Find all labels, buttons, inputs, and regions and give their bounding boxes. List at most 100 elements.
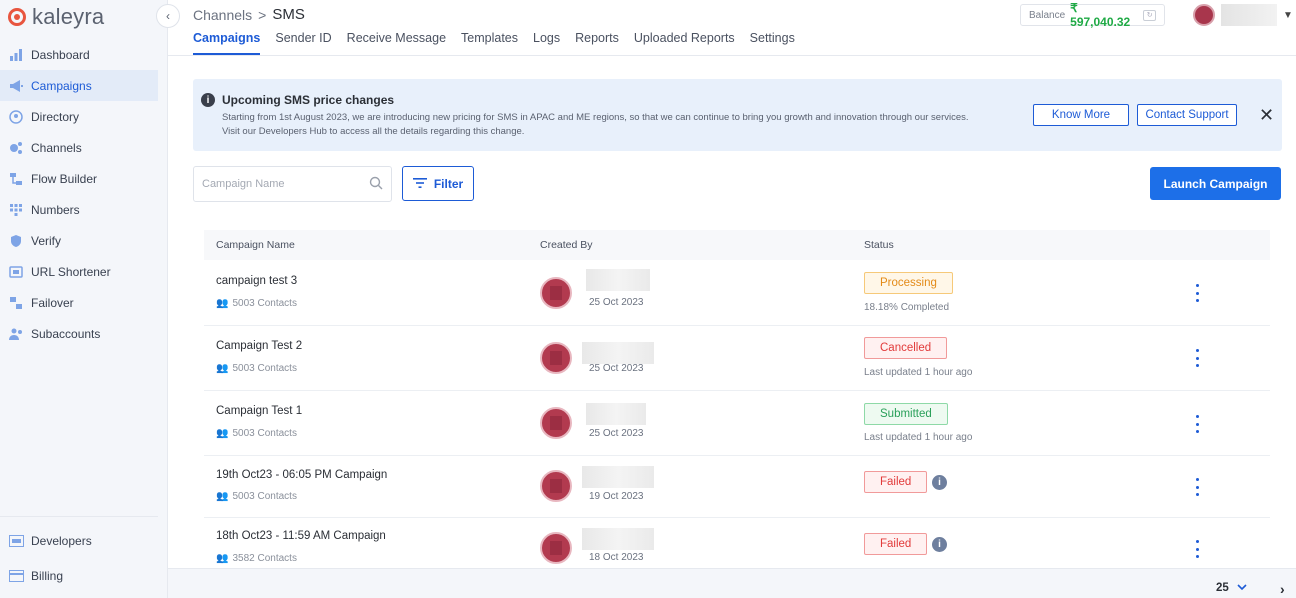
tab-receive-message[interactable]: Receive Message bbox=[347, 31, 446, 55]
campaign-name[interactable]: campaign test 3 bbox=[216, 275, 297, 287]
balance-label: Balance bbox=[1029, 9, 1066, 21]
sidebar-item-dashboard[interactable]: Dashboard bbox=[0, 39, 158, 70]
sidebar-item-label: Numbers bbox=[31, 202, 80, 217]
sidebar-item-label: Dashboard bbox=[31, 47, 90, 62]
tab-uploaded-reports[interactable]: Uploaded Reports bbox=[634, 31, 735, 55]
launch-campaign-button[interactable]: Launch Campaign bbox=[1150, 167, 1281, 200]
people-icon: 👥 bbox=[216, 298, 229, 309]
sidebar-item-subaccounts[interactable]: Subaccounts bbox=[0, 318, 158, 349]
search-input[interactable] bbox=[202, 178, 362, 190]
sidebar-item-label: Subaccounts bbox=[31, 326, 101, 341]
people-icon: 👥 bbox=[216, 553, 229, 564]
channels-icon bbox=[8, 140, 24, 156]
contact-support-button[interactable]: Contact Support bbox=[1137, 104, 1237, 126]
balance-widget: Balance ₹ 597,040.32 ↻ bbox=[1020, 1, 1165, 29]
created-date: 25 Oct 2023 bbox=[589, 428, 644, 439]
collapse-sidebar-button[interactable]: ‹ bbox=[156, 4, 180, 28]
tab-logs[interactable]: Logs bbox=[533, 31, 560, 55]
info-icon[interactable]: i bbox=[932, 537, 947, 552]
user-menu[interactable]: ▼ bbox=[1193, 4, 1293, 26]
avatar bbox=[540, 407, 572, 439]
sidebar-item-campaigns[interactable]: Campaigns bbox=[0, 70, 158, 101]
sidebar-bottom-nav: Developers Billing bbox=[0, 516, 158, 593]
sidebar-item-developers[interactable]: Developers bbox=[0, 523, 158, 558]
campaign-contacts: 👥 5003 Contacts bbox=[216, 363, 297, 374]
refresh-balance-icon[interactable]: ↻ bbox=[1143, 9, 1156, 21]
tab-settings[interactable]: Settings bbox=[750, 31, 795, 55]
status-badge: Failed bbox=[864, 471, 928, 493]
status-badge: Cancelled bbox=[864, 337, 948, 359]
code-icon bbox=[8, 533, 24, 549]
people-icon: 👥 bbox=[216, 363, 229, 374]
sidebar-item-channels[interactable]: Channels bbox=[0, 132, 158, 163]
sidebar-item-url-shortener[interactable]: URL Shortener bbox=[0, 256, 158, 287]
avatar bbox=[540, 532, 572, 564]
sidebar-item-label: URL Shortener bbox=[31, 264, 111, 279]
contacts-count: 5003 Contacts bbox=[232, 491, 297, 502]
know-more-button[interactable]: Know More bbox=[1033, 104, 1129, 126]
created-date: 25 Oct 2023 bbox=[589, 297, 644, 308]
contact-icon bbox=[8, 109, 24, 125]
breadcrumb-parent[interactable]: Channels bbox=[193, 7, 252, 23]
contacts-count: 5003 Contacts bbox=[232, 363, 297, 374]
flow-icon bbox=[8, 171, 24, 187]
kaleyra-logo[interactable]: kaleyra bbox=[8, 4, 104, 30]
campaign-contacts: 👥 5003 Contacts bbox=[216, 491, 297, 502]
table-row[interactable]: Campaign Test 1 👥 5003 Contacts 25 Oct 2… bbox=[204, 391, 1270, 456]
megaphone-icon bbox=[8, 78, 24, 94]
status-detail: 18.18% Completed bbox=[864, 302, 950, 313]
column-header-campaign-name: Campaign Name bbox=[216, 239, 295, 251]
more-options-icon[interactable] bbox=[1190, 349, 1204, 367]
pagination-bar: 25 › bbox=[168, 568, 1296, 598]
created-date: 25 Oct 2023 bbox=[589, 363, 644, 374]
sidebar-item-flow-builder[interactable]: Flow Builder bbox=[0, 163, 158, 194]
sidebar-item-directory[interactable]: Directory bbox=[0, 101, 158, 132]
status-detail: Last updated 1 hour ago bbox=[864, 432, 973, 443]
creator-name-redacted bbox=[582, 528, 654, 550]
campaign-name[interactable]: 18th Oct23 - 11:59 AM Campaign bbox=[216, 530, 386, 542]
avatar bbox=[540, 277, 572, 309]
balance-value: ₹ 597,040.32 bbox=[1070, 1, 1131, 29]
breadcrumb-separator-icon: > bbox=[258, 6, 267, 23]
sidebar-item-numbers[interactable]: Numbers bbox=[0, 194, 158, 225]
dialpad-icon bbox=[8, 202, 24, 218]
sidebar-item-verify[interactable]: Verify bbox=[0, 225, 158, 256]
caret-down-icon: ▼ bbox=[1283, 9, 1293, 21]
tab-sender-id[interactable]: Sender ID bbox=[275, 31, 331, 55]
people-icon: 👥 bbox=[216, 428, 229, 439]
filter-button[interactable]: Filter bbox=[402, 166, 474, 201]
campaign-contacts: 👥 3582 Contacts bbox=[216, 553, 297, 564]
table-row[interactable]: Campaign Test 2 👥 5003 Contacts 25 Oct 2… bbox=[204, 326, 1270, 391]
bar-chart-icon bbox=[8, 47, 24, 63]
tab-reports[interactable]: Reports bbox=[575, 31, 619, 55]
header-divider bbox=[168, 55, 1296, 56]
sidebar-item-billing[interactable]: Billing bbox=[0, 558, 158, 593]
more-options-icon[interactable] bbox=[1190, 478, 1204, 496]
shield-icon bbox=[8, 233, 24, 249]
campaign-name[interactable]: Campaign Test 2 bbox=[216, 340, 302, 352]
link-icon bbox=[8, 264, 24, 280]
next-page-icon[interactable]: › bbox=[1280, 581, 1285, 597]
sidebar-item-label: Channels bbox=[31, 140, 82, 155]
status-badge: Processing bbox=[864, 272, 953, 294]
campaign-name[interactable]: Campaign Test 1 bbox=[216, 405, 302, 417]
more-options-icon[interactable] bbox=[1190, 540, 1204, 558]
close-icon[interactable]: ✕ bbox=[1259, 105, 1274, 126]
search-icon[interactable] bbox=[369, 176, 383, 193]
billing-icon bbox=[8, 568, 24, 584]
more-options-icon[interactable] bbox=[1190, 284, 1204, 302]
tab-campaigns[interactable]: Campaigns bbox=[193, 31, 261, 55]
more-options-icon[interactable] bbox=[1190, 415, 1204, 433]
info-icon[interactable]: i bbox=[932, 475, 947, 490]
tab-templates[interactable]: Templates bbox=[461, 31, 518, 55]
table-row[interactable]: 18th Oct23 - 11:59 AM Campaign 👥 3582 Co… bbox=[204, 518, 1270, 568]
campaign-name[interactable]: 19th Oct23 - 06:05 PM Campaign bbox=[216, 469, 387, 481]
avatar bbox=[1193, 4, 1215, 26]
table-row[interactable]: 19th Oct23 - 06:05 PM Campaign 👥 5003 Co… bbox=[204, 456, 1270, 518]
sidebar-item-failover[interactable]: Failover bbox=[0, 287, 158, 318]
avatar bbox=[540, 470, 572, 502]
people-icon: 👥 bbox=[216, 491, 229, 502]
table-row[interactable]: campaign test 3 👥 5003 Contacts 25 Oct 2… bbox=[204, 261, 1270, 326]
rows-per-page-select[interactable]: 25 bbox=[1216, 582, 1247, 594]
created-date: 19 Oct 2023 bbox=[589, 491, 644, 502]
